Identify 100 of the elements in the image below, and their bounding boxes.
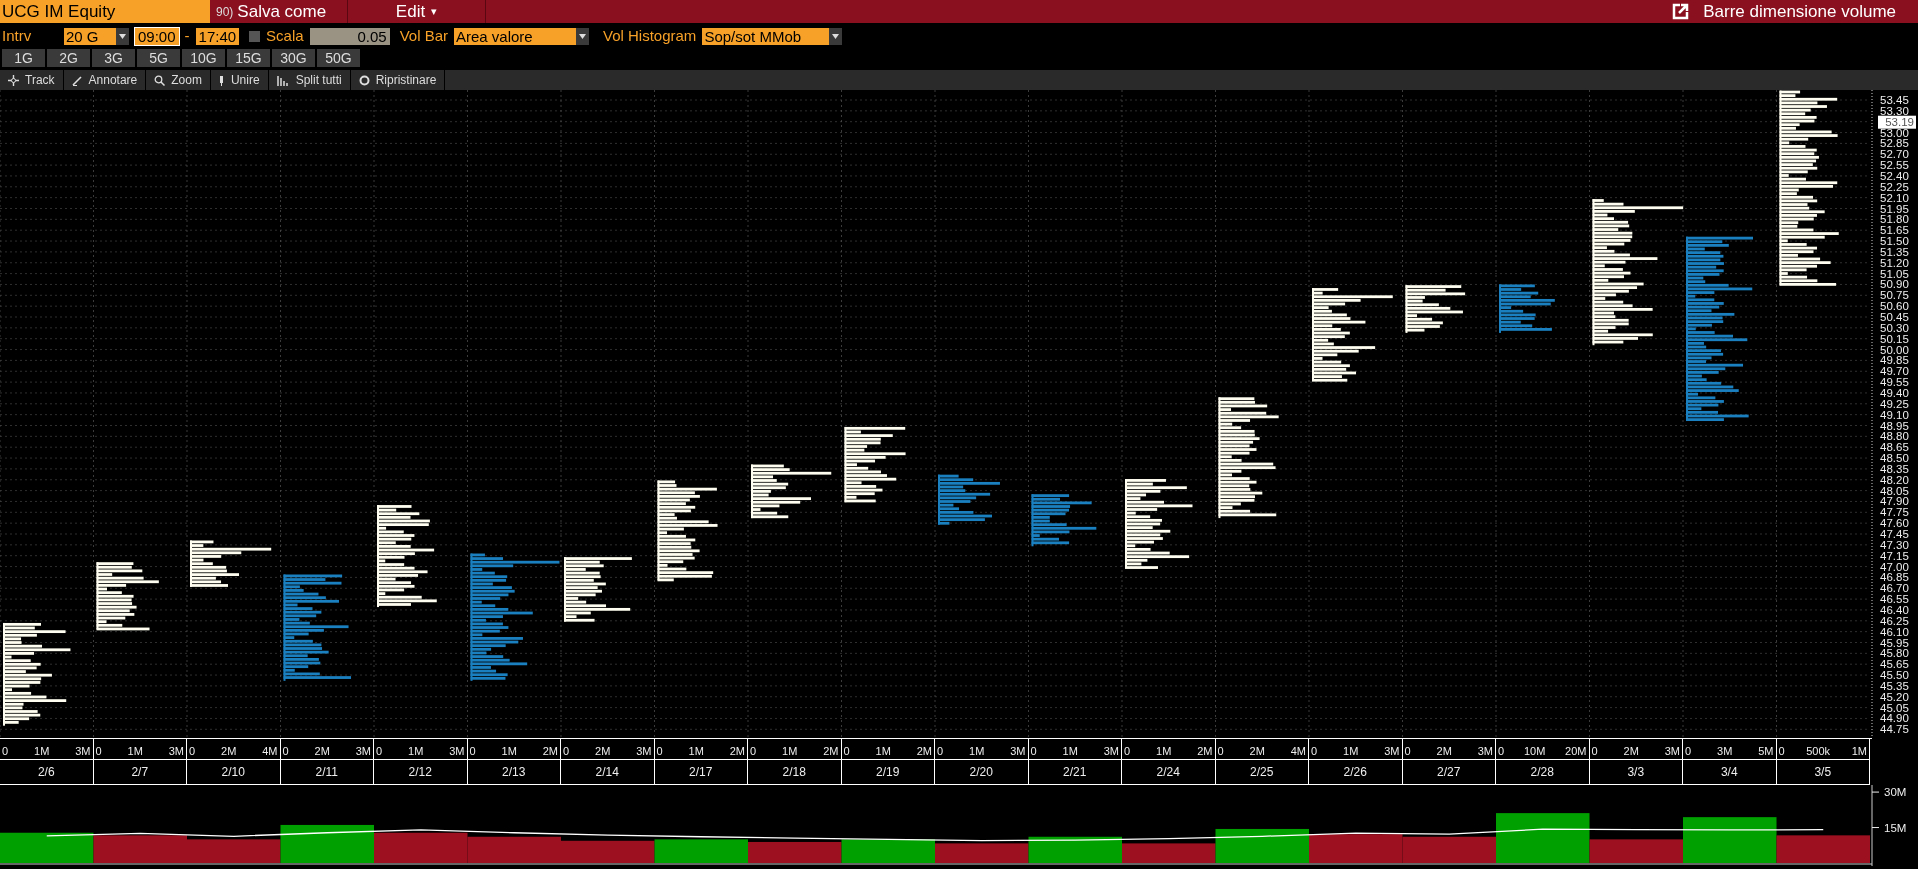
date-label: 2/7 [131, 764, 149, 781]
period-tab[interactable]: 10G [182, 49, 225, 67]
volume-scale-label: 1M [875, 743, 891, 759]
date-label: 2/27 [1437, 764, 1461, 781]
price-tick-label: 45.95 [1880, 636, 1909, 649]
tool-button[interactable]: Annotare [63, 70, 147, 90]
volume-scale-label: 0 [1311, 743, 1318, 759]
volume-scale-label: 0 [750, 743, 757, 759]
volume-scale-label: 2M [1436, 743, 1452, 759]
volume-scale-label: 0 [1685, 743, 1692, 759]
volume-scale-label: 20M [1565, 743, 1587, 759]
period-tab[interactable]: 15G [227, 49, 270, 67]
tool-button[interactable]: Track [0, 70, 64, 90]
tool-button[interactable]: Zoom [146, 70, 211, 90]
interval-label: Intrv [2, 25, 33, 46]
volume-scale-label: 1M [1343, 743, 1359, 759]
price-tick-label: 50.75 [1880, 289, 1909, 302]
price-tick-label: 46.40 [1880, 603, 1909, 616]
search-icon [154, 74, 166, 86]
price-tick-label: 51.95 [1880, 202, 1909, 215]
period-tab[interactable]: 1G [2, 49, 45, 67]
price-tick-label: 45.65 [1880, 658, 1909, 671]
price-tick-label: 48.80 [1880, 430, 1909, 443]
volume-scale-label: 0 [95, 743, 102, 759]
volume-scale-label: 0 [1498, 743, 1505, 759]
price-tick-label: 48.35 [1880, 462, 1909, 475]
tool-button[interactable]: Ripristinare [350, 70, 446, 90]
scale-field[interactable]: 0.05 [309, 27, 390, 45]
date-label: 2/6 [37, 764, 55, 781]
volume-bars-button[interactable]: Barre dimensione volume [1672, 0, 1918, 23]
volume-scale-label: 0 [189, 743, 196, 759]
tool-button[interactable]: Unire [210, 70, 269, 90]
edit-menu[interactable]: Edit ▾ [348, 0, 486, 23]
volume-scale-label: 2M [314, 743, 330, 759]
volume-scale-label: 4M [1290, 743, 1306, 759]
volume-scale-label: 3M [1717, 743, 1733, 759]
date-label: 2/25 [1250, 764, 1274, 781]
price-tick-label: 46.25 [1880, 614, 1909, 627]
volume-scale-label: 0 [1124, 743, 1131, 759]
price-tick-label: 52.55 [1880, 159, 1909, 172]
price-tick-label: 47.45 [1880, 528, 1909, 540]
price-tick-label: 51.80 [1880, 213, 1909, 226]
volume-scale-label: 1M [1156, 743, 1172, 759]
ticker-field[interactable]: UCG IM Equity [0, 0, 210, 23]
period-tab[interactable]: 3G [92, 49, 135, 67]
dropdown[interactable]: 20 G [64, 27, 129, 45]
volume-scale-label: 0 [1404, 743, 1411, 759]
start-time-field[interactable]: 09:00 [135, 27, 179, 45]
price-tick-label: 49.55 [1880, 376, 1909, 389]
price-tick-label: 44.90 [1880, 712, 1909, 725]
price-tick-label: 45.20 [1880, 690, 1909, 703]
end-time-field[interactable]: 17:40 [195, 27, 240, 45]
volume-scale-label: 3M [75, 743, 91, 759]
dropdown[interactable]: Sop/sot MMob [702, 27, 843, 45]
price-tick-label: 46.55 [1880, 593, 1909, 606]
price-tick-label: 45.35 [1880, 679, 1909, 692]
price-tick-label: 53.00 [1880, 126, 1909, 139]
volume-scale-label: 1M [34, 743, 50, 759]
volume-scale-label: 3M [1384, 743, 1400, 759]
volume-scale-label: 3M [1103, 743, 1119, 759]
date-label: 2/18 [782, 764, 806, 781]
price-tick-label: 46.10 [1880, 625, 1909, 638]
period-tab[interactable]: 50G [317, 49, 360, 67]
volume-scale-label: 0 [937, 743, 944, 759]
last-price-tag: 53.19 [1878, 115, 1916, 129]
volume-scale-label: 0 [843, 743, 850, 759]
price-tick-label: 50.00 [1880, 343, 1909, 356]
scale-checkbox[interactable] [249, 30, 261, 42]
volume-scale-label: 3M [168, 743, 184, 759]
volume-scale-label: 2M [729, 743, 745, 759]
period-tab[interactable]: 30G [272, 49, 315, 67]
price-tick-label: 48.05 [1880, 484, 1909, 497]
volume-scale-label: 1M [782, 743, 798, 759]
dropdown[interactable]: Area valore [454, 27, 589, 45]
tool-button[interactable]: Split tutti [268, 70, 351, 90]
price-tick-label: 47.60 [1880, 517, 1909, 530]
volume-tick-label: 15M [1884, 821, 1907, 834]
price-tick-label: 44.75 [1880, 723, 1909, 736]
price-tick-label: 47.30 [1880, 538, 1909, 551]
price-tick-label: 51.20 [1880, 256, 1909, 269]
volume-scale-label: 4M [262, 743, 278, 759]
volume-scale-label: 2M [916, 743, 932, 759]
price-tick-label: 52.40 [1880, 169, 1909, 182]
date-label: 2/14 [595, 764, 619, 781]
volume-scale-label: 2M [1623, 743, 1639, 759]
price-tick-label: 49.85 [1880, 354, 1909, 367]
volume-scale-label: 0 [469, 743, 476, 759]
caret-icon [579, 33, 586, 39]
volume-tick-label: 30M [1884, 786, 1907, 799]
price-tick-label: 49.25 [1880, 397, 1909, 410]
price-tick-label: 47.75 [1880, 506, 1909, 519]
volume-scale-label: 3M [355, 743, 371, 759]
period-tab[interactable]: 5G [137, 49, 180, 67]
volume-scale-label: 0 [376, 743, 383, 759]
save-as-button[interactable]: 90) Salva come [210, 0, 348, 23]
volume-scale-label: 2M [823, 743, 839, 759]
volume-scale-label: 1M [408, 743, 424, 759]
price-tick-label: 51.65 [1880, 224, 1909, 237]
volume-scale-label: 2M [221, 743, 237, 759]
period-tab[interactable]: 2G [47, 49, 90, 67]
